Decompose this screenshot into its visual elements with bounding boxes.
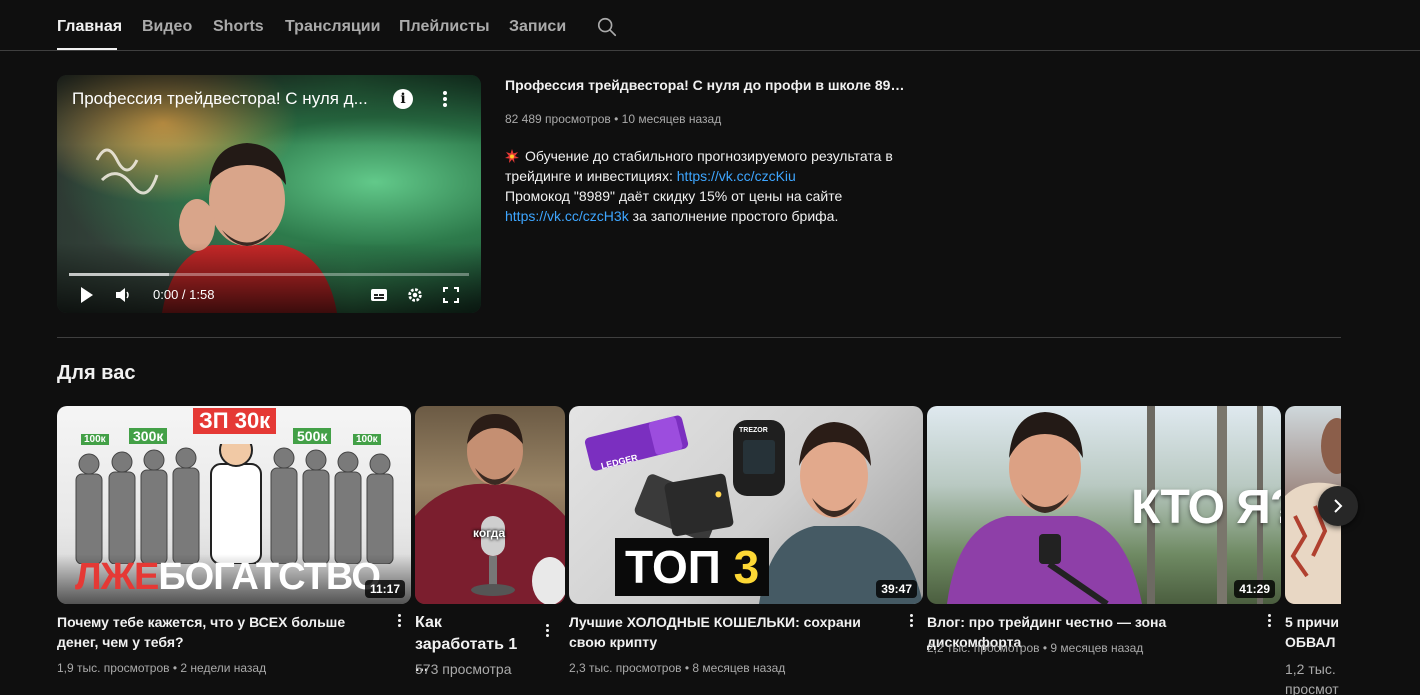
video-duration: 11:17 (364, 580, 405, 598)
desc-line-2: Промокод "8989" даёт скидку 15% от цены … (505, 188, 843, 204)
more-vert-icon[interactable] (441, 89, 449, 109)
channel-tabs: Главная Видео Shorts Трансляции Плейлист… (0, 0, 1420, 51)
featured-description: Обучение до стабильного прогнозируемого … (505, 146, 925, 226)
desc-link-2[interactable]: https://vk.cc/czcH3k (505, 208, 629, 224)
play-icon[interactable] (79, 285, 95, 305)
desc-line-3: за заполнение простого брифа. (628, 208, 839, 224)
subtitles-icon[interactable] (370, 285, 388, 305)
player-time: 0:00 / 1:58 (153, 287, 215, 302)
video-title[interactable]: Лучшие ХОЛОДНЫЕ КОШЕЛЬКИ: сохрани свою к… (569, 612, 899, 652)
short-person-image (415, 414, 565, 604)
desc-link-1[interactable]: https://vk.cc/czcKiu (677, 168, 796, 184)
tab-posts[interactable]: Записи (509, 18, 566, 36)
thumb-text-white: БОГАТСТВО (158, 556, 381, 598)
collision-emoji-icon (505, 149, 519, 163)
player-title[interactable]: Профессия трейдвестора! С нуля д... (72, 89, 384, 109)
thumb-text-salary: ЗП 30к (193, 408, 277, 434)
thumb-text-red: ЛЖЕ (75, 556, 159, 598)
short-views: 573 просмотра (415, 661, 512, 677)
active-tab-indicator (57, 48, 117, 50)
video-thumbnail[interactable]: ЗП 30к 100к 300к 500к 100к ЛЖЕБОГАТСТВО … (57, 406, 411, 604)
carousel-next-button[interactable] (1318, 486, 1358, 526)
video-thumbnail[interactable]: КТО Я? 41:29 (927, 406, 1281, 604)
player-top-gradient (57, 75, 481, 145)
tab-videos[interactable]: Видео (142, 18, 192, 36)
thumb-headline: ЛЖЕБОГАТСТВО (75, 556, 381, 599)
tab-live[interactable]: Трансляции (285, 18, 380, 36)
thumb-text-amount: 500к (293, 428, 332, 444)
video-meta: 1,9 тыс. просмотров • 2 недели назад (57, 661, 267, 675)
thumb-text-top: ТОП (625, 541, 721, 593)
video-duration: 41:29 (1234, 580, 1275, 598)
crowd-illustration (75, 444, 394, 564)
more-vert-icon[interactable] (907, 612, 915, 630)
video-thumbnail[interactable]: LEDGER TREZOR ТОП 3 39:47 (569, 406, 923, 604)
tab-shorts[interactable]: Shorts (213, 18, 264, 36)
volume-icon[interactable] (115, 285, 131, 305)
thumb-brand-text: TREZOR (739, 427, 768, 434)
featured-views: 82 489 просмотров (505, 112, 611, 126)
video-title[interactable]: Почему тебе кажется, что у ВСЕХ больше д… (57, 612, 387, 652)
video-meta: 1,2 тыс. (1285, 661, 1336, 677)
video-meta: 2,3 тыс. просмотров • 8 месяцев назад (569, 661, 786, 675)
tab-playlists[interactable]: Плейлисты (399, 18, 490, 36)
tab-home[interactable]: Главная (57, 18, 122, 36)
featured-video-meta: 82 489 просмотров • 10 месяцев назад (505, 112, 722, 126)
section-title: Для вас (57, 362, 136, 384)
thumb-caption: когда (473, 526, 506, 540)
section-divider (57, 337, 1341, 338)
video-meta: 2,2 тыс. просмотров • 9 месяцев назад (927, 641, 1144, 655)
featured-video-title[interactable]: Профессия трейдвестора! С нуля до профи … (505, 77, 905, 93)
more-vert-icon[interactable] (1265, 612, 1273, 630)
search-icon[interactable] (596, 16, 618, 38)
thumb-headline: ТОП 3 (615, 538, 770, 596)
more-vert-icon[interactable] (543, 622, 551, 640)
info-icon[interactable]: i (393, 89, 413, 109)
thumb-text-number: 3 (733, 541, 760, 593)
chevron-right-icon (1334, 499, 1343, 513)
short-thumbnail[interactable]: когда (415, 406, 565, 604)
settings-gear-icon[interactable] (406, 285, 424, 305)
featured-video-player[interactable]: Профессия трейдвестора! С нуля д... i 0:… (57, 75, 481, 313)
video-duration: 39:47 (876, 580, 917, 598)
video-title[interactable]: 5 причи ОБВАЛ (1285, 612, 1341, 652)
fullscreen-icon[interactable] (442, 285, 460, 305)
progress-bar[interactable] (69, 273, 469, 276)
more-vert-icon[interactable] (395, 612, 403, 630)
video-meta: просмот (1285, 681, 1339, 695)
thumb-headline: КТО Я? (1131, 481, 1281, 534)
thumb-text-amount: 300к (129, 428, 168, 444)
featured-age: 10 месяцев назад (621, 112, 722, 126)
